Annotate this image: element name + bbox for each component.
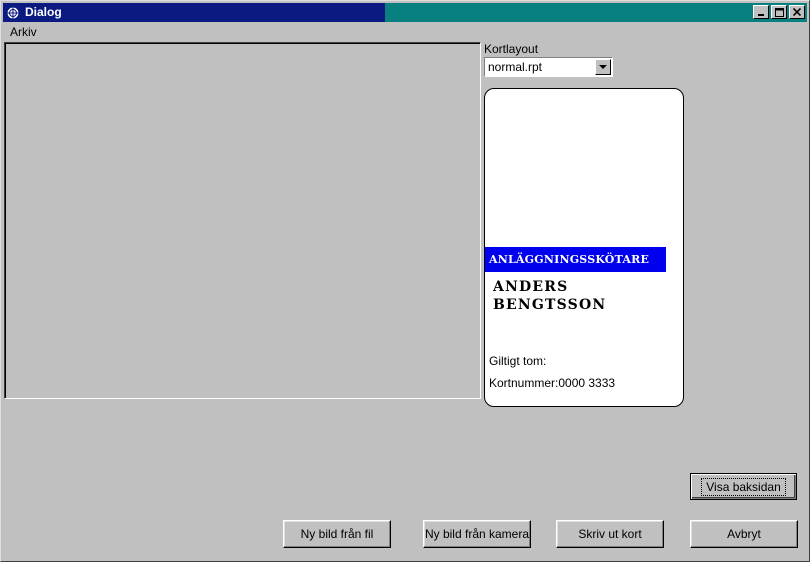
- dialog-window: Dialog Arkiv Kortlayout normal.rpt ANLÄG…: [0, 0, 810, 562]
- new-image-from-camera-button[interactable]: Ny bild från kamera: [423, 520, 531, 548]
- card-layout-value: normal.rpt: [488, 60, 543, 74]
- minimize-icon: [758, 14, 764, 16]
- new-image-from-camera-label: Ny bild från kamera: [424, 527, 530, 541]
- maximize-button[interactable]: [771, 5, 787, 19]
- new-image-from-file-button[interactable]: Ny bild från fil: [283, 520, 391, 548]
- chevron-down-icon: [599, 65, 607, 69]
- print-card-button[interactable]: Skriv ut kort: [556, 520, 664, 548]
- app-icon: [5, 5, 21, 21]
- close-button[interactable]: [789, 5, 805, 19]
- menu-item-arkiv[interactable]: Arkiv: [5, 24, 42, 40]
- title-bar[interactable]: Dialog: [3, 3, 807, 22]
- show-back-button[interactable]: Visa baksidan: [690, 473, 797, 500]
- card-layout-select[interactable]: normal.rpt: [484, 57, 613, 77]
- new-image-from-file-label: Ny bild från fil: [300, 527, 374, 541]
- card-preview: ANLÄGGNINGSSKÖTARE ANDERS BENGTSSON Gilt…: [484, 88, 684, 407]
- dropdown-button[interactable]: [595, 59, 611, 75]
- card-name-line2: BENGTSSON: [493, 297, 607, 313]
- card-number: Kortnummer:0000 3333: [489, 376, 616, 390]
- close-icon: [793, 8, 801, 16]
- show-back-label: Visa baksidan: [701, 477, 786, 496]
- card-valid-until: Giltigt tom:: [489, 354, 547, 368]
- maximize-icon: [774, 7, 784, 17]
- card-role-band: ANLÄGGNINGSSKÖTARE: [485, 247, 666, 272]
- card-name-line1: ANDERS: [493, 279, 569, 295]
- cancel-button[interactable]: Avbryt: [690, 520, 798, 548]
- card-layout-label: Kortlayout: [484, 42, 539, 56]
- menu-bar: Arkiv: [5, 24, 42, 40]
- window-title: Dialog: [25, 5, 62, 19]
- card-holder-name: ANDERS BENGTSSON: [493, 278, 606, 314]
- minimize-button[interactable]: [753, 5, 769, 19]
- photo-preview-panel: [4, 42, 481, 399]
- print-card-label: Skriv ut kort: [578, 527, 642, 541]
- photo-preview-area: [5, 43, 480, 398]
- window-controls: [753, 5, 805, 19]
- cancel-label: Avbryt: [727, 527, 761, 541]
